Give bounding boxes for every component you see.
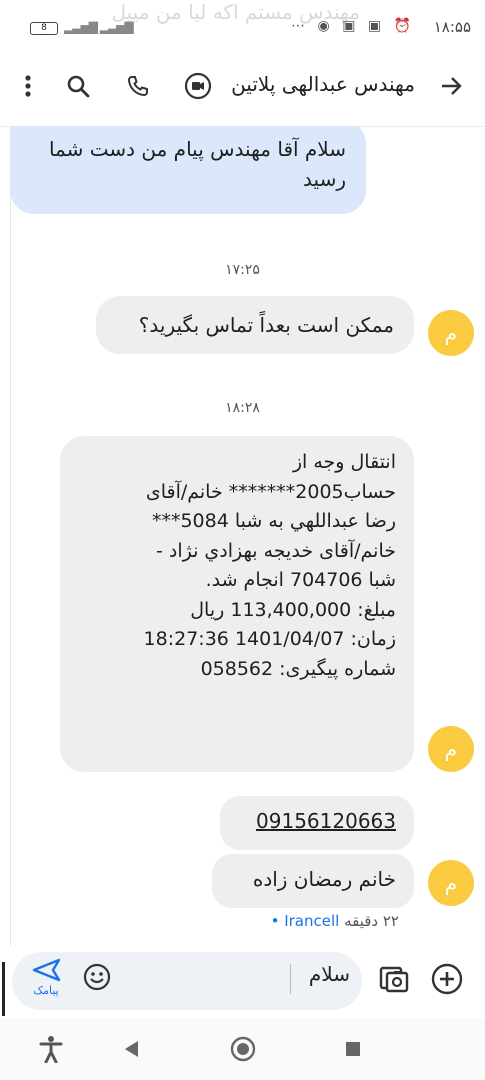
notification-icons: ⋯ ◉ ▣ ▣ ⏰ <box>291 18 415 34</box>
contact-avatar[interactable]: م <box>428 726 474 772</box>
home-nav-icon[interactable] <box>228 1034 258 1064</box>
message-line: زمان: 1401/04/07 18:27:36 <box>143 628 396 650</box>
send-label: پیامک <box>33 984 59 997</box>
message-status: ۲۲ دقیقه Irancell • <box>271 912 399 930</box>
contact-avatar[interactable]: م <box>428 310 474 356</box>
send-icon <box>32 958 61 982</box>
input-caret <box>290 964 291 994</box>
message-text: سلام آقا مهندس پیام من دست شما رسید <box>48 137 346 191</box>
compose-bar: پیامک سلام <box>0 948 485 1018</box>
carrier-dot: • <box>270 912 280 930</box>
message-elapsed-time: ۲۲ دقیقه <box>344 912 399 930</box>
conversation-header: مهندس عبدالهی پلاتین <box>0 46 485 126</box>
contact-avatar[interactable]: م <box>428 860 474 906</box>
message-line: حساب2005******* خانم/آقای <box>145 480 396 503</box>
sim-carrier: Irancell <box>284 912 340 930</box>
message-line: انتقال وجه از <box>292 451 396 473</box>
search-icon[interactable] <box>60 68 96 104</box>
accessibility-icon[interactable] <box>36 1034 66 1064</box>
video-call-icon[interactable] <box>180 68 216 104</box>
phone-number-link[interactable]: 09156120663 <box>256 809 396 833</box>
edge-indicator <box>2 962 5 1016</box>
emoji-icon[interactable] <box>82 962 114 994</box>
battery-icon: 8 <box>30 22 58 35</box>
gallery-attach-icon[interactable] <box>378 962 414 998</box>
timestamp: ۱۸:۲۸ <box>225 400 260 416</box>
message-input[interactable]: سلام <box>296 962 350 994</box>
received-message[interactable]: ممکن است بعداً تماس بگیرید؟ <box>96 296 414 354</box>
phone-call-icon[interactable] <box>120 68 156 104</box>
message-line: مبلغ: 113,400,000 ریال <box>190 598 396 621</box>
more-options-icon[interactable] <box>10 68 46 104</box>
received-message[interactable]: انتقال وجه از حساب2005******* خانم/آقای … <box>60 436 414 772</box>
back-arrow-icon[interactable] <box>433 68 469 104</box>
status-time: ۱۸:۵۵ <box>433 18 471 36</box>
scroll-track <box>10 126 11 946</box>
message-line: شماره پیگیری: 058562 <box>200 657 396 680</box>
timestamp: ۱۷:۲۵ <box>225 262 260 278</box>
message-text: خانم رمضان زاده <box>252 867 396 891</box>
message-text: ممکن است بعداً تماس بگیرید؟ <box>138 313 394 337</box>
recents-nav-icon[interactable] <box>338 1034 368 1064</box>
add-attachment-icon[interactable] <box>430 962 468 1000</box>
contact-name[interactable]: مهندس عبدالهی پلاتین <box>231 72 415 96</box>
signal-icon: ▂▃▅▇ ▂▃▅▇ <box>64 20 134 34</box>
received-message[interactable]: خانم رمضان زاده <box>212 854 414 908</box>
status-bar: مهندس مستم اکه لیا من مییل 8 ▂▃▅▇ ▂▃▅▇ ⋯… <box>0 0 485 46</box>
back-nav-icon[interactable] <box>116 1034 146 1064</box>
message-line: رضا عبداللهي به شبا 5084*** <box>151 510 396 532</box>
sent-message[interactable]: سلام آقا مهندس پیام من دست شما رسید <box>10 126 366 214</box>
message-thread[interactable]: سلام آقا مهندس پیام من دست شما رسید ۱۷:۲… <box>0 126 485 946</box>
received-message[interactable]: 09156120663 <box>220 796 414 850</box>
message-line: شبا 704706 انجام شد. <box>205 569 396 591</box>
send-sms-button[interactable]: پیامک <box>24 958 68 1002</box>
message-line: خانم/آقای خديجه بهزادي نژاد - <box>155 539 396 562</box>
system-navigation-bar <box>0 1018 485 1080</box>
